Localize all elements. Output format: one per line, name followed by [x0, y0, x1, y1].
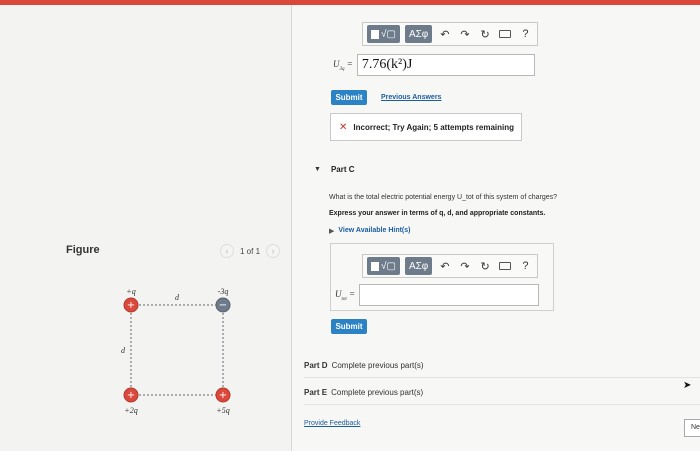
charge-bottom-left: + — [123, 387, 139, 403]
svg-text:+: + — [219, 390, 227, 401]
part-c-title: Part C — [330, 165, 355, 174]
charge-diagram: + − + + +q -3q +2q +5q d d — [121, 287, 231, 415]
figure-pager: ‹ 1 of 1 › — [220, 244, 281, 258]
templates-button[interactable]: √▢ — [367, 257, 400, 275]
charge-top-right: − — [215, 297, 231, 313]
label-side-left: d — [121, 346, 126, 355]
collapse-caret-icon[interactable]: ▼ — [314, 166, 321, 173]
reset-icon[interactable]: ↻ — [478, 26, 493, 42]
help-icon[interactable]: ? — [518, 26, 533, 42]
part-d-status: Complete previous part(s) — [331, 361, 424, 370]
part-b-submit-button[interactable]: Submit — [331, 90, 367, 105]
redo-icon[interactable]: ↷ — [457, 26, 472, 42]
figure-title: Figure — [66, 244, 100, 256]
pane-divider[interactable] — [291, 5, 292, 451]
templates-button[interactable]: √▢ — [367, 25, 400, 43]
template-square-icon — [371, 29, 379, 39]
svg-text:+: + — [127, 300, 135, 311]
part-c-variable-label: Utot = — [335, 288, 356, 302]
undo-icon[interactable]: ↶ — [437, 258, 452, 274]
mouse-cursor-icon: ➤ — [683, 380, 692, 391]
incorrect-feedback: ✕ Incorrect; Try Again; 5 attempts remai… — [330, 113, 522, 141]
prev-figure-button[interactable]: ‹ — [220, 244, 234, 258]
part-c-answer-row: Utot = — [335, 284, 540, 306]
error-x-icon: ✕ — [339, 121, 348, 133]
part-d-row[interactable]: Part D Complete previous part(s) — [304, 361, 424, 370]
previous-answers-link[interactable]: Previous Answers — [381, 94, 441, 101]
charge-bottom-right: + — [215, 387, 231, 403]
part-b-variable-label: U3q = — [333, 58, 353, 72]
row-divider — [304, 377, 700, 378]
svg-text:+: + — [127, 390, 135, 401]
part-c-question: What is the total electric potential ene… — [329, 194, 557, 201]
figure-page-count: 1 of 1 — [240, 246, 261, 256]
part-c-instruction: Express your answer in terms of q, d, an… — [329, 210, 546, 217]
next-button[interactable]: Ne — [684, 419, 700, 437]
redo-icon[interactable]: ↷ — [457, 258, 472, 274]
label-side-top: d — [175, 293, 180, 302]
symbols-button[interactable]: ΑΣφ — [404, 257, 433, 275]
symbols-button[interactable]: ΑΣφ — [404, 25, 433, 43]
reset-icon[interactable]: ↻ — [478, 258, 493, 274]
label-top-right: -3q — [218, 287, 229, 296]
part-b-answer-row: U3q = 7.76(k²)J — [333, 54, 535, 76]
view-hints-toggle[interactable]: ▶ View Available Hint(s) — [329, 227, 411, 235]
hint-caret-icon: ▶ — [329, 228, 335, 235]
part-c-answer-input[interactable] — [359, 284, 540, 306]
charge-top-left: + — [123, 297, 139, 313]
next-figure-button[interactable]: › — [266, 244, 281, 258]
svg-text:−: − — [219, 300, 227, 311]
keyboard-icon[interactable] — [498, 26, 513, 42]
label-bottom-left: +2q — [124, 406, 137, 415]
keyboard-icon[interactable] — [498, 258, 513, 274]
part-c-submit-button[interactable]: Submit — [331, 319, 367, 334]
part-e-label: Part E — [304, 388, 328, 397]
provide-feedback-link[interactable]: Provide Feedback — [304, 420, 360, 427]
part-b-answer-input[interactable]: 7.76(k²)J — [356, 54, 535, 76]
part-e-status: Complete previous part(s) — [331, 388, 424, 397]
part-e-row[interactable]: Part E Complete previous part(s) — [304, 388, 423, 397]
label-bottom-right: +5q — [216, 406, 229, 415]
part-b-toolbar: √▢ ΑΣφ ↶ ↷ ↻ ? — [362, 22, 538, 46]
template-square-icon — [371, 261, 379, 271]
part-c-header[interactable]: ▼ Part C — [314, 165, 355, 174]
label-top-left: +q — [126, 287, 135, 296]
part-c-toolbar: √▢ ΑΣφ ↶ ↷ ↻ ? — [362, 254, 538, 278]
help-icon[interactable]: ? — [518, 258, 533, 274]
row-divider — [304, 404, 700, 405]
undo-icon[interactable]: ↶ — [437, 26, 452, 42]
part-d-label: Part D — [304, 361, 328, 370]
